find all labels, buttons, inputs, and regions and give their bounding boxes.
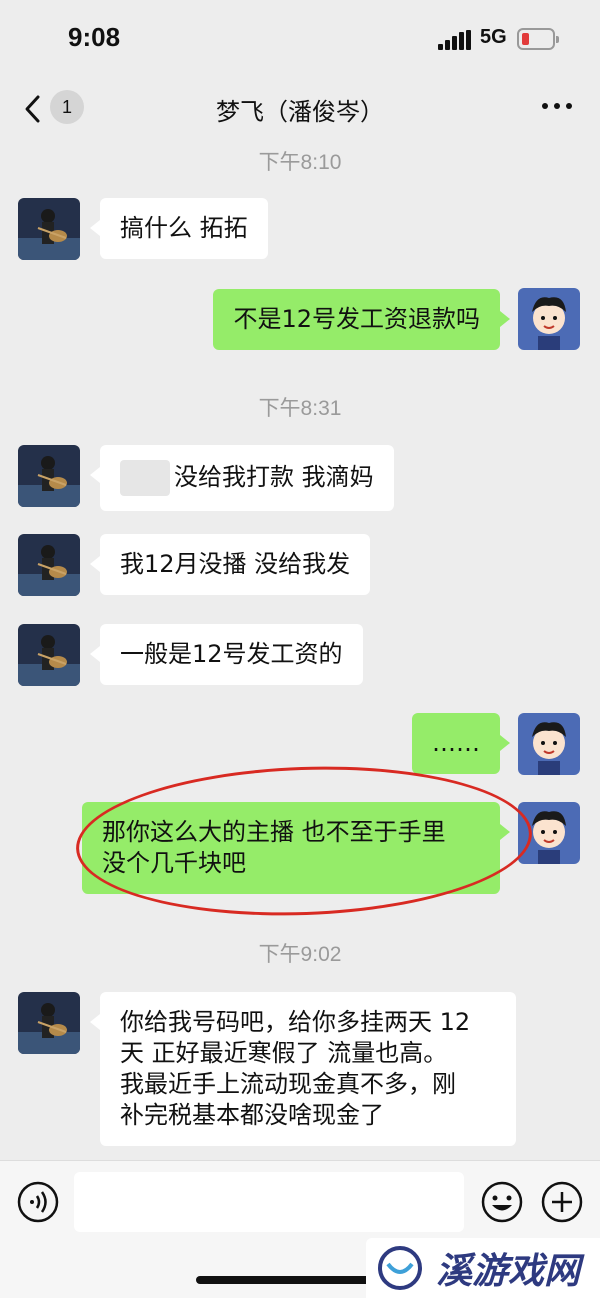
message-input[interactable]: [74, 1172, 464, 1232]
voice-icon[interactable]: [16, 1180, 60, 1224]
contact-avatar[interactable]: [18, 534, 80, 596]
chat-title: 梦飞（潘俊岑）: [216, 98, 384, 126]
contact-avatar[interactable]: [18, 445, 80, 507]
contact-avatar[interactable]: [18, 624, 80, 686]
watermark-logo-icon: [378, 1246, 422, 1290]
status-time: 9:08: [68, 22, 121, 52]
user-avatar[interactable]: [518, 288, 580, 350]
emoji-icon[interactable]: [480, 1180, 524, 1224]
contact-avatar[interactable]: [18, 198, 80, 260]
watermark: 溪游戏网: [366, 1238, 600, 1298]
signal-icon: [438, 30, 472, 50]
user-avatar[interactable]: [518, 713, 580, 775]
network-label: 5G: [480, 26, 507, 48]
timestamp: 下午8:10: [258, 151, 342, 174]
message-bubble[interactable]: ……: [412, 713, 510, 774]
timestamp: 下午8:31: [258, 397, 342, 420]
message-bubble[interactable]: 一般是12号发工资的: [90, 624, 363, 685]
contact-avatar[interactable]: [18, 992, 80, 1054]
message-bubble[interactable]: 没给我打款 我滴妈: [90, 445, 394, 511]
timestamp: 下午9:02: [258, 943, 342, 966]
message-bubble[interactable]: 不是12号发工资退款吗: [213, 289, 510, 350]
message-bubble[interactable]: 搞什么 拓拓: [90, 198, 268, 259]
redacted-blur: [120, 460, 170, 496]
highlight-circle: [73, 759, 535, 923]
message-bubble[interactable]: 我12月没播 没给我发: [89, 534, 371, 595]
message-bubble[interactable]: 你给我号码吧，给你多挂两天 12 天 正好最近寒假了 流量也高。 我最近手上流动…: [90, 992, 516, 1146]
battery-icon: [517, 28, 559, 50]
watermark-brand: 溪游戏网: [436, 1251, 581, 1292]
status-bar: 9:08 5G: [0, 0, 600, 80]
plus-icon[interactable]: [540, 1180, 584, 1224]
more-dots-icon[interactable]: [540, 101, 574, 111]
